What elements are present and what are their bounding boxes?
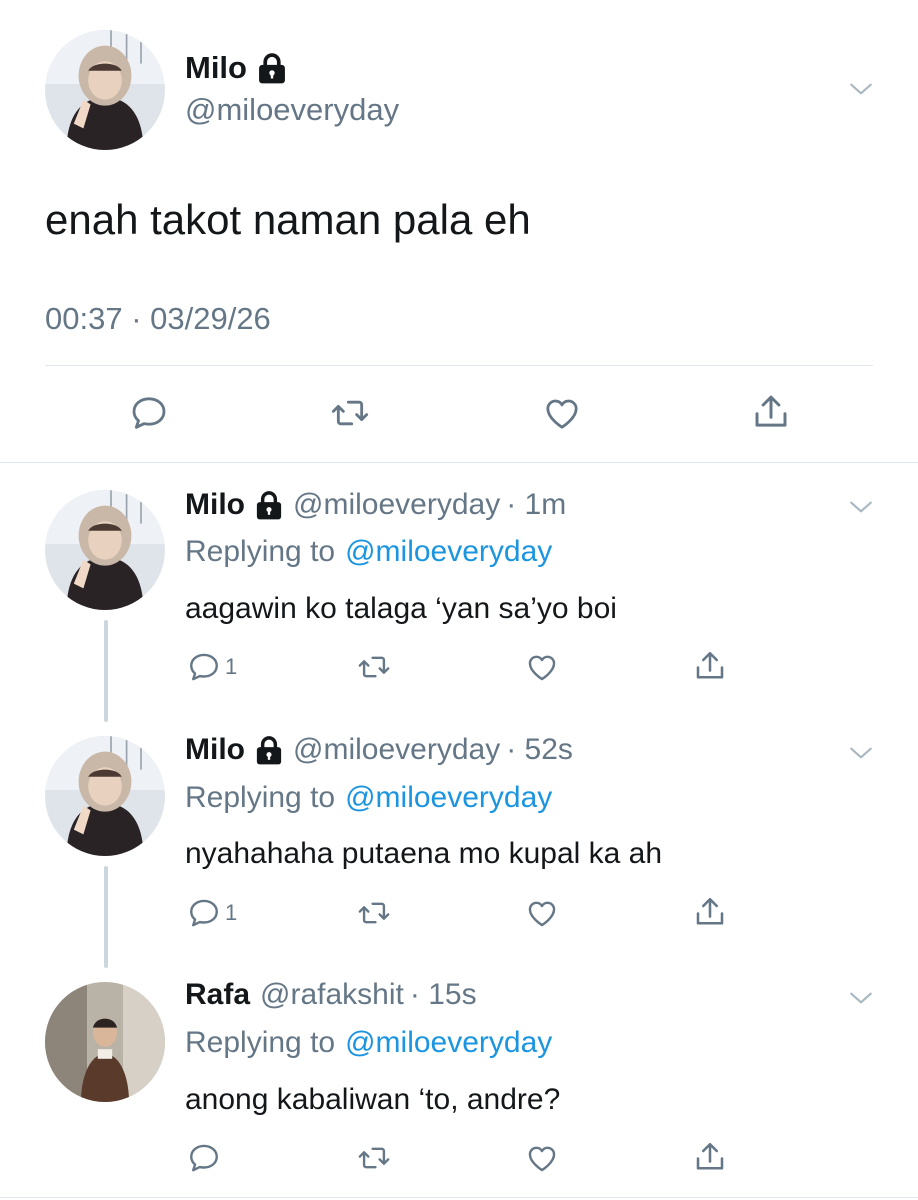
heart-icon[interactable] (524, 896, 560, 930)
heart-icon[interactable] (541, 393, 583, 433)
reply-button[interactable] (187, 1141, 225, 1175)
avatar[interactable] (45, 982, 165, 1102)
share-icon[interactable] (692, 1139, 728, 1175)
divider (0, 1197, 918, 1198)
share-icon[interactable] (692, 648, 728, 684)
chevron-down-icon[interactable] (846, 740, 876, 766)
tweet-timestamp[interactable]: 00:37 · 03/29/26 (45, 301, 271, 337)
heart-icon[interactable] (524, 1141, 560, 1175)
divider (0, 462, 918, 463)
author-handle[interactable]: @miloeveryday (293, 488, 500, 522)
retweet-icon[interactable] (356, 896, 392, 930)
author-handle[interactable]: @miloeveryday (185, 92, 399, 128)
lock-icon (257, 52, 287, 84)
chevron-down-icon[interactable] (846, 494, 876, 520)
tweet-text: enah takot naman pala eh (45, 196, 531, 243)
reply-count: 1 (225, 654, 238, 679)
author-name[interactable]: Milo (185, 733, 245, 767)
author-handle[interactable]: @miloeveryday (293, 733, 500, 767)
replying-to-label: Replying to (185, 781, 336, 814)
reply-text: anong kabaliwan ‘to, andre? (185, 1083, 561, 1116)
comment-icon (187, 650, 221, 684)
reply-time[interactable]: · 52s (506, 733, 573, 767)
retweet-icon[interactable] (356, 650, 392, 684)
replying-to-label: Replying to (185, 535, 336, 568)
comment-icon (187, 1141, 221, 1175)
chevron-down-icon[interactable] (846, 985, 876, 1011)
avatar[interactable] (45, 30, 165, 150)
divider (45, 365, 873, 366)
reply-time[interactable]: · 15s (410, 978, 477, 1012)
retweet-icon[interactable] (356, 1141, 392, 1175)
avatar[interactable] (45, 736, 165, 856)
retweet-icon[interactable] (329, 393, 371, 433)
replying-to-handle[interactable]: @miloeveryday (345, 535, 552, 569)
author-name[interactable]: Milo (185, 50, 247, 86)
lock-icon (255, 735, 283, 765)
replying-to-label: Replying to (185, 1026, 336, 1059)
replying-to-handle[interactable]: @miloeveryday (345, 1026, 552, 1060)
share-icon[interactable] (692, 894, 728, 930)
lock-icon (255, 490, 283, 520)
reply-button[interactable]: 1 (187, 896, 237, 930)
reply-button[interactable]: 1 (187, 650, 237, 684)
thread-line (104, 866, 108, 968)
heart-icon[interactable] (524, 650, 560, 684)
reply-text: nyahahaha putaena mo kupal ka ah (185, 837, 663, 870)
author-name[interactable]: Rafa (185, 978, 250, 1012)
author-handle[interactable]: @rafakshit (260, 978, 404, 1012)
thread-line (104, 620, 108, 722)
comment-icon (187, 896, 221, 930)
reply-count: 1 (225, 900, 238, 925)
reply-time[interactable]: · 1m (506, 488, 566, 522)
avatar[interactable] (45, 490, 165, 610)
replying-to-handle[interactable]: @miloeveryday (345, 781, 552, 815)
share-icon[interactable] (750, 391, 792, 433)
chevron-down-icon[interactable] (846, 76, 876, 102)
reply-text: aagawin ko talaga ‘yan sa’yo boi (185, 592, 617, 625)
author-name[interactable]: Milo (185, 488, 245, 522)
comment-icon[interactable] (129, 393, 169, 433)
